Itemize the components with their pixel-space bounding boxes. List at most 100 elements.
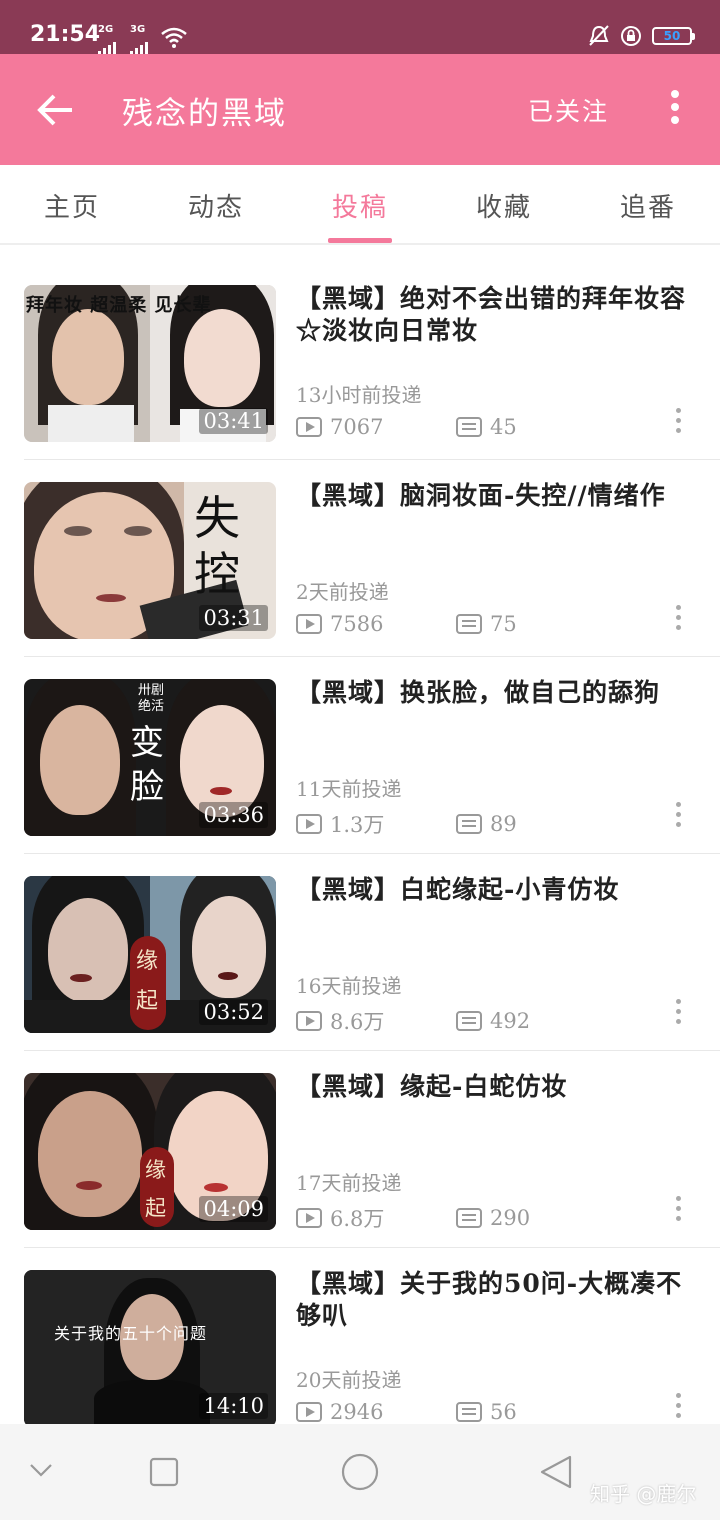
danmaku-icon <box>456 417 482 437</box>
status-time: 21:54 <box>30 22 101 47</box>
view-count: 7067 <box>330 415 384 439</box>
follow-button[interactable]: 已关注 <box>528 92 609 128</box>
video-thumbnail[interactable]: 拜年妆 超温柔 见长辈 03:41 <box>24 285 276 442</box>
danmaku-count: 290 <box>490 1206 531 1230</box>
view-count: 8.6万 <box>330 1010 385 1034</box>
danmaku-count: 75 <box>490 612 517 636</box>
home-circle-icon[interactable] <box>340 1452 380 1492</box>
thumbnail-caption: 拜年妆 超温柔 见长辈 <box>26 295 212 316</box>
status-right: 50 <box>588 24 695 48</box>
video-duration: 03:52 <box>199 999 268 1025</box>
thumbnail-caption: 关于我的五十个问题 <box>54 1324 208 1343</box>
thumbnail-caption: 缘起 <box>145 1158 166 1220</box>
video-duration: 03:41 <box>199 408 268 434</box>
app-bar: 残念的黑域 已关注 <box>0 54 720 165</box>
video-item[interactable]: 失控 03:31 【黑域】脑洞妆面-失控//情绪作 2天前投递 7586 75 <box>24 460 720 657</box>
play-count-icon <box>296 1208 322 1228</box>
thumbnail-small-caption: 卅剧 绝活 <box>138 683 165 714</box>
video-thumbnail[interactable]: 缘起 04:09 <box>24 1073 276 1230</box>
tab-bar: 主页 动态 投稿 收藏 追番 <box>0 165 720 245</box>
tab-favorites[interactable]: 收藏 <box>432 165 576 243</box>
danmaku-count: 492 <box>490 1009 531 1033</box>
view-count: 6.8万 <box>330 1207 385 1231</box>
play-count-icon <box>296 1402 322 1422</box>
video-duration: 03:31 <box>199 605 268 631</box>
video-list: 拜年妆 超温柔 见长辈 03:41 【黑域】绝对不会出错的拜年妆容☆淡妆向日常妆… <box>0 263 720 1445</box>
thumbnail-caption: 缘起 <box>136 949 159 1014</box>
danmaku-count: 45 <box>490 415 517 439</box>
item-more-icon[interactable] <box>676 999 684 1029</box>
signal-bars-1-icon <box>98 36 118 55</box>
video-stats: 7586 75 <box>296 612 517 636</box>
item-more-icon[interactable] <box>676 1393 684 1423</box>
video-posted-time: 16天前投递 <box>296 974 402 998</box>
play-count-icon <box>296 417 322 437</box>
view-count: 1.3万 <box>330 813 385 837</box>
video-stats: 7067 45 <box>296 415 517 439</box>
video-duration: 14:10 <box>199 1393 268 1419</box>
video-thumbnail[interactable]: 缘起 03:52 <box>24 876 276 1033</box>
thumbnail-caption: 变脸 <box>130 723 164 807</box>
item-more-icon[interactable] <box>676 408 684 438</box>
danmaku-icon <box>456 1011 482 1031</box>
video-title[interactable]: 【黑域】脑洞妆面-失控//情绪作 <box>296 480 696 512</box>
danmaku-icon <box>456 614 482 634</box>
view-count: 2946 <box>330 1400 384 1424</box>
video-title[interactable]: 【黑域】关于我的50问-大概凑不够叭 <box>296 1268 696 1332</box>
back-triangle-icon[interactable] <box>538 1454 574 1490</box>
tab-uploads[interactable]: 投稿 <box>288 165 432 243</box>
video-duration: 03:36 <box>199 802 268 828</box>
video-duration: 04:09 <box>199 1196 268 1222</box>
item-more-icon[interactable] <box>676 802 684 832</box>
tab-bangumi[interactable]: 追番 <box>576 165 720 243</box>
recents-square-icon[interactable] <box>148 1456 180 1488</box>
watermark-text: 知乎 @鹿尔 <box>590 1482 697 1506</box>
video-stats: 2946 56 <box>296 1400 517 1424</box>
danmaku-count: 56 <box>490 1400 517 1424</box>
video-title[interactable]: 【黑域】绝对不会出错的拜年妆容☆淡妆向日常妆 <box>296 283 696 347</box>
video-thumbnail[interactable]: 卅剧 绝活 变脸 03:36 <box>24 679 276 836</box>
video-thumbnail[interactable]: 失控 03:31 <box>24 482 276 639</box>
tab-home[interactable]: 主页 <box>0 165 144 243</box>
item-more-icon[interactable] <box>676 1196 684 1226</box>
video-title[interactable]: 【黑域】换张脸，做自己的舔狗 <box>296 677 696 709</box>
chevron-down-icon[interactable] <box>28 1460 54 1480</box>
play-count-icon <box>296 814 322 834</box>
video-posted-time: 17天前投递 <box>296 1171 402 1195</box>
more-menu-icon[interactable] <box>664 90 686 130</box>
video-item[interactable]: 拜年妆 超温柔 见长辈 03:41 【黑域】绝对不会出错的拜年妆容☆淡妆向日常妆… <box>24 263 720 460</box>
signal-label-1: 2G <box>98 24 114 35</box>
thumbnail-caption: 失控 <box>194 491 240 601</box>
video-title[interactable]: 【黑域】缘起-白蛇仿妆 <box>296 1071 696 1103</box>
video-posted-time: 13小时前投递 <box>296 383 422 407</box>
video-stats: 8.6万 492 <box>296 1006 530 1036</box>
back-arrow-icon[interactable] <box>34 88 78 132</box>
video-item[interactable]: 缘起 03:52 【黑域】白蛇缘起-小青仿妆 16天前投递 8.6万 492 <box>24 854 720 1051</box>
video-stats: 1.3万 89 <box>296 809 517 839</box>
mute-bell-icon <box>589 25 609 46</box>
danmaku-count: 89 <box>490 812 517 836</box>
view-count: 7586 <box>330 612 384 636</box>
video-posted-time: 2天前投递 <box>296 580 389 604</box>
item-more-icon[interactable] <box>676 605 684 635</box>
wifi-icon <box>161 27 187 48</box>
danmaku-icon <box>456 1208 482 1228</box>
video-item[interactable]: 缘起 04:09 【黑域】缘起-白蛇仿妆 17天前投递 6.8万 290 <box>24 1051 720 1248</box>
video-posted-time: 11天前投递 <box>296 777 402 801</box>
lock-rotation-icon <box>621 26 641 46</box>
battery-icon: 50 <box>652 27 695 45</box>
video-title[interactable]: 【黑域】白蛇缘起-小青仿妆 <box>296 874 696 906</box>
danmaku-icon <box>456 1402 482 1422</box>
status-bar: 21:54 2G 3G 50 <box>0 0 720 55</box>
video-posted-time: 20天前投递 <box>296 1368 402 1392</box>
video-thumbnail[interactable]: 关于我的五十个问题 14:10 <box>24 1270 276 1427</box>
play-count-icon <box>296 614 322 634</box>
play-count-icon <box>296 1011 322 1031</box>
video-item[interactable]: 关于我的五十个问题 14:10 【黑域】关于我的50问-大概凑不够叭 20天前投… <box>24 1248 720 1445</box>
tab-dynamics[interactable]: 动态 <box>144 165 288 243</box>
signal-label-2: 3G <box>130 24 146 35</box>
page-title: 残念的黑域 <box>122 96 287 132</box>
video-item[interactable]: 卅剧 绝活 变脸 03:36 【黑域】换张脸，做自己的舔狗 11天前投递 1.3… <box>24 657 720 854</box>
signal-bars-2-icon <box>130 36 150 55</box>
video-stats: 6.8万 290 <box>296 1203 530 1233</box>
